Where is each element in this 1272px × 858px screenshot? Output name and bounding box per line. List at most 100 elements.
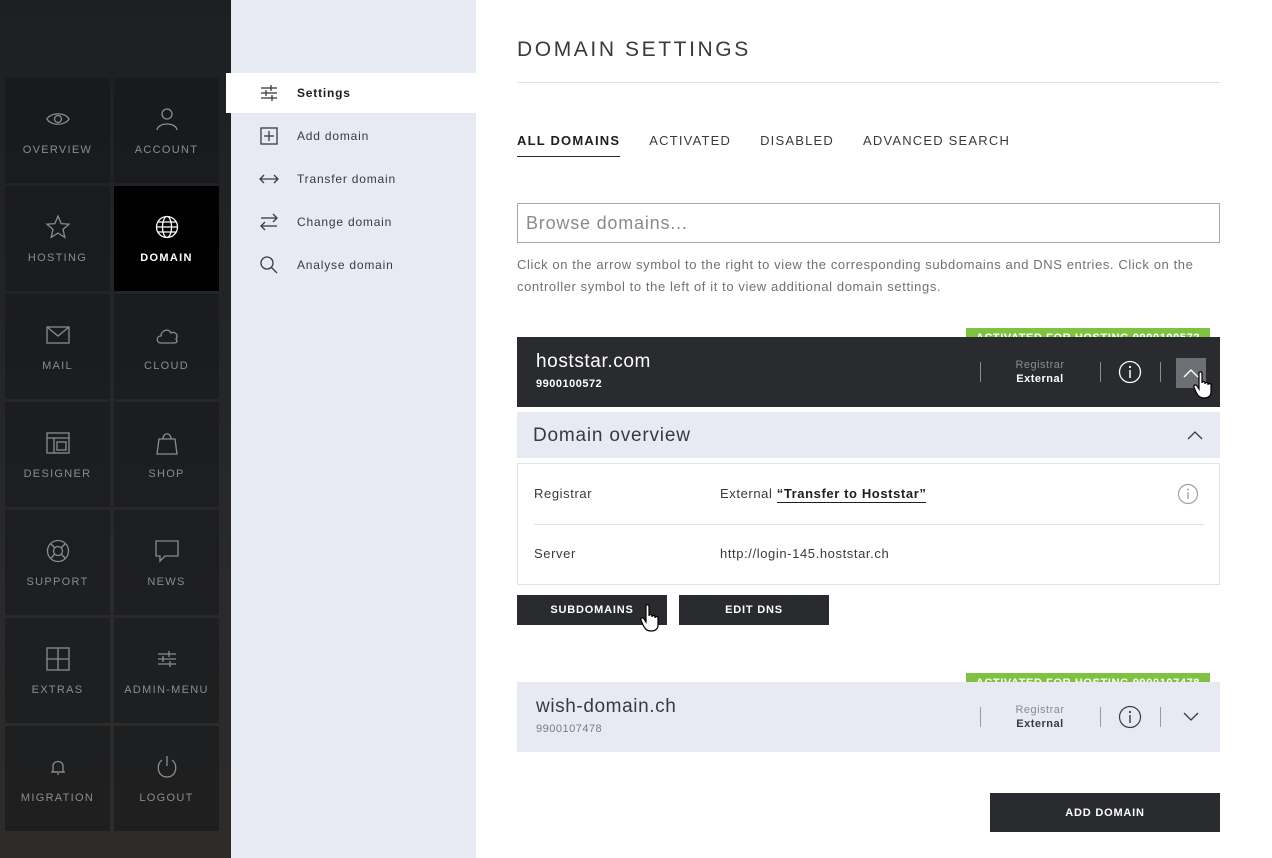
overview-row-value: External “Transfer to Hoststar” — [720, 486, 927, 503]
submenu-item-label: Change domain — [297, 215, 393, 229]
envelope-icon — [45, 325, 70, 344]
title-divider — [517, 82, 1220, 83]
domain-submenu: Settings Add domain Transfer domain Chan… — [226, 0, 476, 858]
separator — [1160, 707, 1161, 727]
hand-cursor-icon — [640, 604, 659, 632]
nav-tile-migration[interactable]: MIGRATION — [5, 726, 110, 831]
tab-disabled[interactable]: DISABLED — [760, 133, 834, 157]
nav-tile-overview[interactable]: OVERVIEW — [5, 78, 110, 183]
nav-tile-label: SHOP — [148, 467, 185, 480]
star-icon — [44, 213, 71, 239]
nav-tile-label: HOSTING — [27, 251, 88, 264]
nav-tile-mail[interactable]: MAIL — [5, 294, 110, 399]
separator — [980, 362, 981, 382]
nav-tile-hosting[interactable]: HOSTING — [5, 186, 110, 291]
nav-tile-support[interactable]: SUPPORT — [5, 510, 110, 615]
separator — [1100, 362, 1101, 382]
nav-tile-label: DESIGNER — [23, 467, 92, 480]
overview-row-label: Registrar — [534, 486, 593, 501]
plus-square-icon — [260, 127, 278, 145]
submenu-item-label: Add domain — [297, 129, 370, 143]
nav-tile-shop[interactable]: SHOP — [114, 402, 219, 507]
registrar-value: External — [1016, 373, 1064, 385]
lifebuoy-icon — [46, 539, 69, 562]
layout-icon — [45, 431, 70, 454]
swap-arrows-icon — [260, 213, 278, 231]
nav-tile-label: SUPPORT — [26, 575, 89, 588]
nav-tile-account[interactable]: ACCOUNT — [114, 78, 219, 183]
magnifier-icon — [260, 256, 278, 274]
browse-domains-input[interactable] — [517, 203, 1220, 243]
nav-tile-news[interactable]: NEWS — [114, 510, 219, 615]
chevron-down-icon — [1183, 712, 1199, 721]
domain-overview-body: Registrar External “Transfer to Hoststar… — [517, 463, 1220, 585]
info-icon[interactable] — [1118, 360, 1142, 384]
row-divider — [534, 524, 1204, 525]
submenu-item-transfer-domain[interactable]: Transfer domain — [231, 159, 476, 199]
overview-row-label: Server — [534, 546, 576, 561]
separator — [1160, 362, 1161, 382]
page-title: DOMAIN SETTINGS — [517, 38, 751, 61]
server-url: http://login-145.hoststar.ch — [720, 546, 890, 561]
sliders-icon — [157, 650, 176, 667]
submenu-item-add-domain[interactable]: Add domain — [231, 116, 476, 156]
eye-icon — [45, 112, 70, 125]
nav-tile-cloud[interactable]: CLOUD — [114, 294, 219, 399]
domain-overview-header[interactable]: Domain overview — [517, 412, 1220, 458]
registrar-info: Registrar External — [995, 704, 1085, 730]
bell-icon — [50, 760, 65, 775]
info-icon[interactable] — [1177, 483, 1199, 505]
submenu-item-analyse-domain[interactable]: Analyse domain — [231, 245, 476, 285]
nav-tile-admin-menu[interactable]: ADMIN-MENU — [114, 618, 219, 723]
registrar-label: Registrar — [1015, 359, 1065, 371]
nav-tile-label: DOMAIN — [140, 251, 193, 264]
sliders-icon — [261, 85, 277, 101]
nav-tile-label: EXTRAS — [31, 683, 84, 696]
help-text: Click on the arrow symbol to the right t… — [517, 257, 1194, 294]
nav-tile-domain[interactable]: DOMAIN — [114, 186, 219, 291]
nav-tile-label: OVERVIEW — [22, 143, 93, 156]
nav-tile-label: MIGRATION — [20, 791, 95, 804]
nav-tile-label: LOGOUT — [139, 791, 194, 804]
submenu-item-label: Transfer domain — [297, 172, 396, 186]
hand-cursor-icon — [1193, 371, 1212, 399]
nav-tile-label: ADMIN-MENU — [124, 683, 209, 696]
domain-name: hoststar.com — [536, 351, 651, 372]
submenu-item-change-domain[interactable]: Change domain — [231, 202, 476, 242]
submenu-item-label: Settings — [297, 86, 351, 100]
chevron-up-icon[interactable] — [1187, 430, 1203, 440]
transfer-to-hoststar-link[interactable]: “Transfer to Hoststar” — [776, 486, 927, 503]
tab-all-domains[interactable]: ALL DOMAINS — [517, 133, 621, 157]
nav-tile-logout[interactable]: LOGOUT — [114, 726, 219, 831]
submenu-item-settings[interactable]: Settings — [226, 73, 476, 113]
domain-number: 9900100572 — [536, 378, 603, 390]
domain-card-wish-domain: wish-domain.ch 9900107478 Registrar Exte… — [517, 682, 1220, 752]
cloud-icon — [156, 329, 178, 344]
globe-icon — [155, 215, 178, 238]
info-icon[interactable] — [1118, 705, 1142, 729]
nav-tile-label: NEWS — [147, 575, 186, 588]
nav-tile-label: CLOUD — [143, 359, 189, 372]
tab-activated[interactable]: ACTIVATED — [649, 133, 731, 157]
add-domain-button[interactable]: ADD DOMAIN — [990, 793, 1220, 832]
domain-number: 9900107478 — [536, 723, 603, 735]
nav-tile-designer[interactable]: DESIGNER — [5, 402, 110, 507]
edit-dns-button[interactable]: EDIT DNS — [679, 595, 829, 625]
tab-advanced-search[interactable]: ADVANCED SEARCH — [863, 133, 1010, 157]
registrar-value: External — [720, 486, 773, 501]
registrar-label: Registrar — [1015, 704, 1065, 716]
domain-overview-title: Domain overview — [533, 425, 691, 446]
shopping-bag-icon — [155, 432, 178, 455]
power-icon — [157, 755, 176, 778]
nav-tile-extras[interactable]: EXTRAS — [5, 618, 110, 723]
main-navigation: OVERVIEW ACCOUNT HOSTING DOMAIN MAIL CLO… — [0, 0, 231, 858]
speech-bubble-icon — [154, 539, 179, 563]
submenu-item-label: Analyse domain — [297, 258, 394, 272]
registrar-value: External — [1016, 718, 1064, 730]
expand-toggle-button[interactable] — [1176, 702, 1206, 732]
nav-tile-label: MAIL — [42, 359, 73, 372]
domain-name: wish-domain.ch — [536, 696, 677, 717]
domain-card-hoststar: hoststar.com 9900100572 Registrar Extern… — [517, 337, 1220, 407]
user-icon — [155, 107, 178, 130]
separator — [980, 707, 981, 727]
